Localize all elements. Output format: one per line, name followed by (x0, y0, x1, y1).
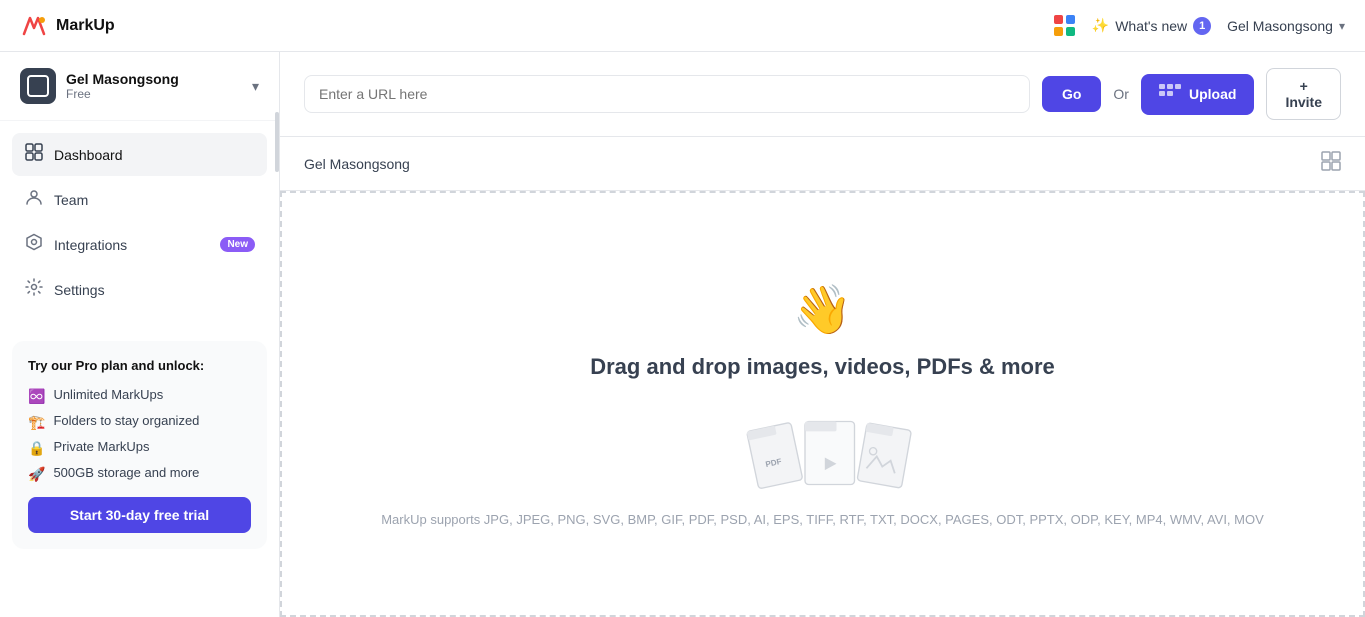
whats-new-label: What's new (1115, 18, 1187, 34)
workspace-details: Gel Masongsong Free (66, 71, 179, 101)
file-icons-illustration: PDF (733, 412, 913, 512)
drop-zone-title: Drag and drop images, videos, PDFs & mor… (590, 354, 1055, 380)
workspace-plan: Free (66, 87, 179, 101)
chevron-down-icon: ▾ (1339, 19, 1345, 33)
sidebar-item-team[interactable]: Team (12, 178, 267, 221)
main-layout: Gel Masongsong Free ▾ (0, 52, 1365, 617)
pro-plan-box: Try our Pro plan and unlock: ♾️ Unlimite… (12, 341, 267, 549)
drop-zone[interactable]: 👋 Drag and drop images, videos, PDFs & m… (280, 191, 1365, 617)
whats-new-button[interactable]: ✨ What's new 1 (1092, 17, 1211, 35)
pro-plan-title: Try our Pro plan and unlock: (28, 357, 251, 375)
drop-zone-header: Gel Masongsong (280, 137, 1365, 191)
top-navigation: MarkUp ✨ What's new 1 Gel Masongsong ▾ (0, 0, 1365, 52)
url-bar: Go Or Upload + Invite (280, 52, 1365, 137)
dashboard-label: Dashboard (54, 147, 255, 163)
pro-feature-private: 🔒 Private MarkUps (28, 439, 251, 457)
user-name: Gel Masongsong (1227, 18, 1333, 34)
new-badge: New (220, 237, 255, 252)
pro-feature-folders-text: Folders to stay organized (53, 413, 199, 428)
folders-icon: 🏗️ (28, 414, 45, 431)
pro-feature-unlimited: ♾️ Unlimited MarkUps (28, 387, 251, 405)
private-icon: 🔒 (28, 440, 45, 457)
settings-label: Settings (54, 282, 255, 298)
app-name: MarkUp (56, 17, 115, 35)
team-icon (24, 188, 44, 211)
integrations-label: Integrations (54, 237, 210, 253)
workspace-header[interactable]: Gel Masongsong Free ▾ (0, 52, 279, 121)
upload-button[interactable]: Upload (1141, 74, 1254, 115)
drop-zone-user: Gel Masongsong (304, 156, 410, 172)
nav-menu: Dashboard Team (0, 121, 279, 325)
start-trial-button[interactable]: Start 30-day free trial (28, 497, 251, 533)
unlimited-icon: ♾️ (28, 388, 45, 405)
settings-icon (24, 278, 44, 301)
workspace-chevron-icon: ▾ (252, 78, 259, 95)
sidebar-item-dashboard[interactable]: Dashboard (12, 133, 267, 176)
pro-feature-private-text: Private MarkUps (53, 439, 149, 454)
pro-feature-storage-text: 500GB storage and more (53, 465, 199, 480)
top-nav-right: ✨ What's new 1 Gel Masongsong ▾ (1054, 15, 1345, 37)
go-button[interactable]: Go (1042, 76, 1101, 112)
pro-feature-folders: 🏗️ Folders to stay organized (28, 413, 251, 431)
user-menu-button[interactable]: Gel Masongsong ▾ (1227, 18, 1345, 34)
pro-feature-unlimited-text: Unlimited MarkUps (53, 387, 163, 402)
markup-logo-icon (20, 12, 48, 40)
wave-emoji: 👋 (793, 281, 853, 338)
avatar-inner (27, 75, 49, 97)
team-label: Team (54, 192, 255, 208)
upload-icon (1159, 84, 1181, 105)
upload-label: Upload (1189, 86, 1236, 102)
dashboard-icon (24, 143, 44, 166)
pro-feature-storage: 🚀 500GB storage and more (28, 465, 251, 483)
sparkle-icon: ✨ (1092, 17, 1109, 34)
logo-area: MarkUp (20, 12, 115, 40)
sidebar-item-settings[interactable]: Settings (12, 268, 267, 311)
workspace-avatar (20, 68, 56, 104)
view-grid-icon[interactable] (1321, 151, 1341, 176)
integrations-icon (24, 233, 44, 256)
storage-icon: 🚀 (28, 466, 45, 483)
sidebar-container: Gel Masongsong Free ▾ (0, 52, 280, 617)
sidebar-scrollbar-thumb (275, 112, 279, 172)
sidebar-item-integrations[interactable]: Integrations New (12, 223, 267, 266)
supported-formats: MarkUp supports JPG, JPEG, PNG, SVG, BMP… (341, 512, 1304, 527)
whats-new-badge: 1 (1193, 17, 1211, 35)
or-divider: Or (1113, 86, 1129, 102)
apps-grid-icon[interactable] (1054, 15, 1076, 37)
sidebar: Gel Masongsong Free ▾ (0, 52, 280, 617)
workspace-info: Gel Masongsong Free (20, 68, 179, 104)
url-input[interactable] (304, 75, 1030, 113)
workspace-name: Gel Masongsong (66, 71, 179, 87)
content-area: Go Or Upload + Invite Gel Ma (280, 52, 1365, 617)
invite-button[interactable]: + Invite (1266, 68, 1341, 120)
